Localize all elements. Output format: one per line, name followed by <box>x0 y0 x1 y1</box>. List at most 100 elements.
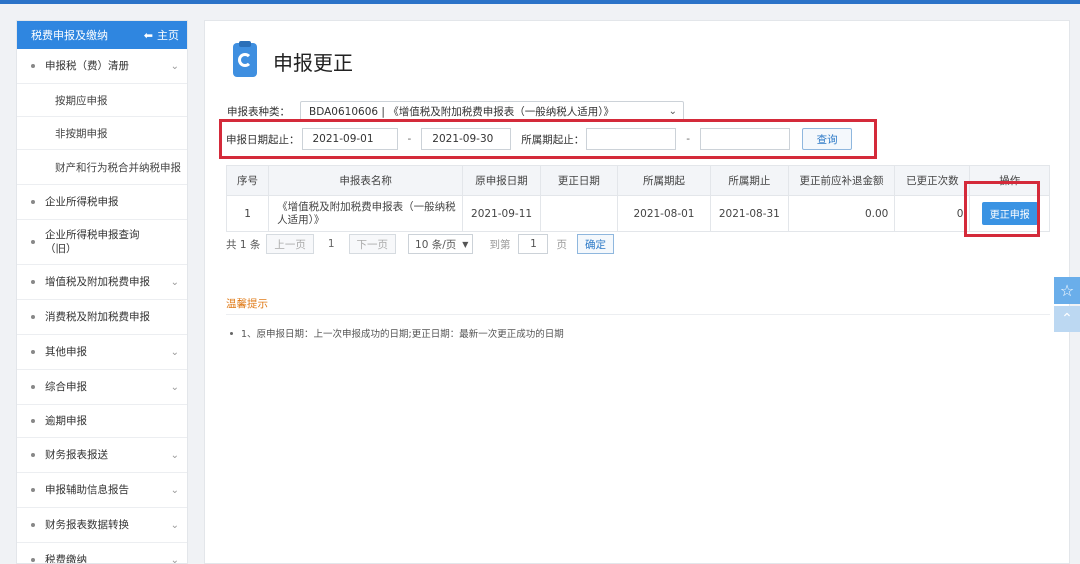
sidebar-item-wrap: 税费缴纳 <box>31 553 87 564</box>
sidebar-item-wrap: 其他申报 <box>31 345 87 359</box>
page-title: 申报更正 <box>273 50 353 75</box>
goto-label: 到第 <box>489 238 511 251</box>
sidebar-item[interactable]: 企业所得税申报 <box>17 185 187 220</box>
main-panel: 申报更正 申报表种类： BDA0610606 | 《增值税及附加税费申报表（一般… <box>204 20 1070 564</box>
sidebar-item-label: 企业所得税申报查询（旧） <box>45 229 140 255</box>
cell-period-start: 2021-08-01 <box>616 195 712 232</box>
sidebar-item-label: 其他申报 <box>45 346 87 358</box>
sidebar-item[interactable]: 增值税及附加税费申报 ⌄ <box>17 265 187 300</box>
date-end-input[interactable]: 2021-09-30 <box>421 128 512 150</box>
chevron-down-icon: ⌄ <box>170 449 179 461</box>
sidebar-item-wrap: 申报税（费）清册 <box>31 59 129 73</box>
cell-amend-date <box>539 195 618 232</box>
table-header-row: 序号 申报表名称 原申报日期 更正日期 所属期起 所属期止 更正前应补退金额 已… <box>225 165 1050 196</box>
sidebar-subitem[interactable]: 非按期申报 <box>17 117 187 150</box>
sidebar-item-label: 综合申报 <box>45 381 87 393</box>
sidebar-item-label: 申报辅助信息报告 <box>45 484 129 496</box>
sidebar-item-label: 财务报表报送 <box>45 449 108 461</box>
pager-current[interactable]: 1 <box>328 238 335 250</box>
sidebar-item-wrap: 增值税及附加税费申报 <box>31 275 150 289</box>
sidebar-subitem[interactable]: 财产和行为税合并纳税申报 <box>17 150 187 185</box>
sidebar-item[interactable]: 其他申报 ⌄ <box>17 335 187 370</box>
highlight-action-box <box>964 181 1040 237</box>
bullet-icon <box>31 240 35 244</box>
col-orig-date: 原申报日期 <box>462 165 541 196</box>
bullet-icon <box>31 488 35 492</box>
period-end-input[interactable] <box>700 128 791 150</box>
cell-period-end: 2021-08-31 <box>710 195 789 232</box>
period-range-label: 所属期起止： <box>521 133 585 146</box>
sidebar-item-label: 企业所得税申报 <box>45 196 119 208</box>
bullet-icon <box>31 453 35 457</box>
cell-name: 《增值税及附加税费申报表（一般纳税人适用）》 <box>268 195 464 232</box>
sidebar-item[interactable]: 申报税（费）清册 ⌄ <box>17 49 187 84</box>
page-header: 申报更正 <box>229 41 353 79</box>
page-unit-label: 页 <box>556 238 567 251</box>
chevron-down-icon: ⌄ <box>170 276 179 288</box>
page-size-select[interactable]: 10 条/页 ▼ <box>408 234 474 254</box>
form-type-select[interactable]: BDA0610606 | 《增值税及附加税费申报表（一般纳税人适用）》 ⌄ <box>300 101 684 121</box>
sidebar-item-label: 申报税（费）清册 <box>45 60 129 72</box>
chevron-down-icon: ⌄ <box>170 346 179 358</box>
bullet-icon <box>31 385 35 389</box>
filter-row: 申报日期起止： 2021-09-01 - 2021-09-30 所属期起止： -… <box>226 128 853 150</box>
sidebar-item[interactable]: 财务报表数据转换 ⌄ <box>17 508 187 543</box>
sidebar-item-label: 逾期申报 <box>45 415 87 427</box>
bullet-icon <box>31 64 35 68</box>
sidebar-item-label: 消费税及附加税费申报 <box>45 311 150 323</box>
sidebar-item[interactable]: 逾期申报 <box>17 405 187 438</box>
star-icon[interactable]: ☆ <box>1054 277 1080 304</box>
clipboard-refresh-icon <box>229 41 261 79</box>
goto-confirm-button[interactable]: 确定 <box>576 234 614 254</box>
col-amend-date: 更正日期 <box>539 165 618 196</box>
bullet-icon <box>31 558 35 562</box>
bullet-icon <box>31 200 35 204</box>
home-label: 主页 <box>157 29 179 42</box>
pager-total: 共 1 条 <box>226 238 261 251</box>
sidebar-item-wrap: 消费税及附加税费申报 <box>31 310 150 324</box>
col-period-end: 所属期止 <box>710 165 789 196</box>
chevron-down-icon: ⌄ <box>170 381 179 393</box>
sidebar-item-wrap: 综合申报 <box>31 380 87 394</box>
sidebar-item-wrap: 财务报表报送 <box>31 448 108 462</box>
sidebar-item[interactable]: 综合申报 ⌄ <box>17 370 187 405</box>
sidebar-item-label: 增值税及附加税费申报 <box>45 276 150 288</box>
sidebar-item[interactable]: 财务报表报送 ⌄ <box>17 438 187 473</box>
chevron-down-icon: ⌄ <box>668 105 677 117</box>
bullet-icon <box>31 350 35 354</box>
sidebar-item-label: 税费缴纳 <box>45 554 87 564</box>
next-page-button[interactable]: 下一页 <box>348 234 397 254</box>
sidebar-item[interactable]: 申报辅助信息报告 ⌄ <box>17 473 187 508</box>
goto-page-input[interactable]: 1 <box>518 234 549 254</box>
sidebar-subitem-label: 按期应申报 <box>55 94 108 107</box>
prev-page-button[interactable]: 上一页 <box>266 234 314 254</box>
col-amount: 更正前应补退金额 <box>787 165 896 196</box>
bullet-icon <box>31 523 35 527</box>
cell-amount: 0.00 <box>787 195 896 232</box>
home-link[interactable]: ⬅ 主页 <box>144 27 179 43</box>
top-accent-bar <box>0 0 1080 4</box>
sidebar-subitem[interactable]: 按期应申报 <box>17 84 187 117</box>
sidebar-subitem-label: 非按期申报 <box>55 127 108 140</box>
sidebar-item[interactable]: 企业所得税申报查询（旧） <box>17 220 187 265</box>
query-button[interactable]: 查询 <box>802 128 853 150</box>
sidebar-item[interactable]: 税费缴纳 ⌄ <box>17 543 187 564</box>
chevron-down-icon: ⌄ <box>170 484 179 496</box>
arrow-up-icon[interactable]: ⌃ <box>1054 306 1080 332</box>
sidebar-item[interactable]: 消费税及附加税费申报 <box>17 300 187 335</box>
sidebar-item-wrap: 企业所得税申报查询（旧） <box>31 228 155 256</box>
sidebar-header: 税费申报及缴纳 ⬅ 主页 <box>17 21 187 49</box>
sidebar-title: 税费申报及缴纳 <box>31 29 108 42</box>
cell-count: 0 <box>894 195 971 232</box>
caret-down-icon: ▼ <box>462 239 469 249</box>
date-start-input[interactable]: 2021-09-01 <box>301 128 398 150</box>
col-name: 申报表名称 <box>268 165 464 196</box>
sidebar-menu: 申报税（费）清册 ⌄ 按期应申报 非按期申报 财产和行为税合并纳税申报 企业所得税申报 企业… <box>17 49 187 564</box>
form-type-value: BDA0610606 | 《增值税及附加税费申报表（一般纳税人适用）》 <box>309 105 615 118</box>
col-index: 序号 <box>225 165 270 196</box>
chevron-down-icon: ⌄ <box>170 554 179 564</box>
col-count: 已更正次数 <box>894 165 971 196</box>
period-start-input[interactable] <box>586 128 677 150</box>
tips-item: 1、原申报日期：上一次申报成功的日期;更正日期：最新一次更正成功的日期 <box>230 326 564 340</box>
table-row: 1 《增值税及附加税费申报表（一般纳税人适用）》 2021-09-11 2021… <box>225 195 1050 232</box>
